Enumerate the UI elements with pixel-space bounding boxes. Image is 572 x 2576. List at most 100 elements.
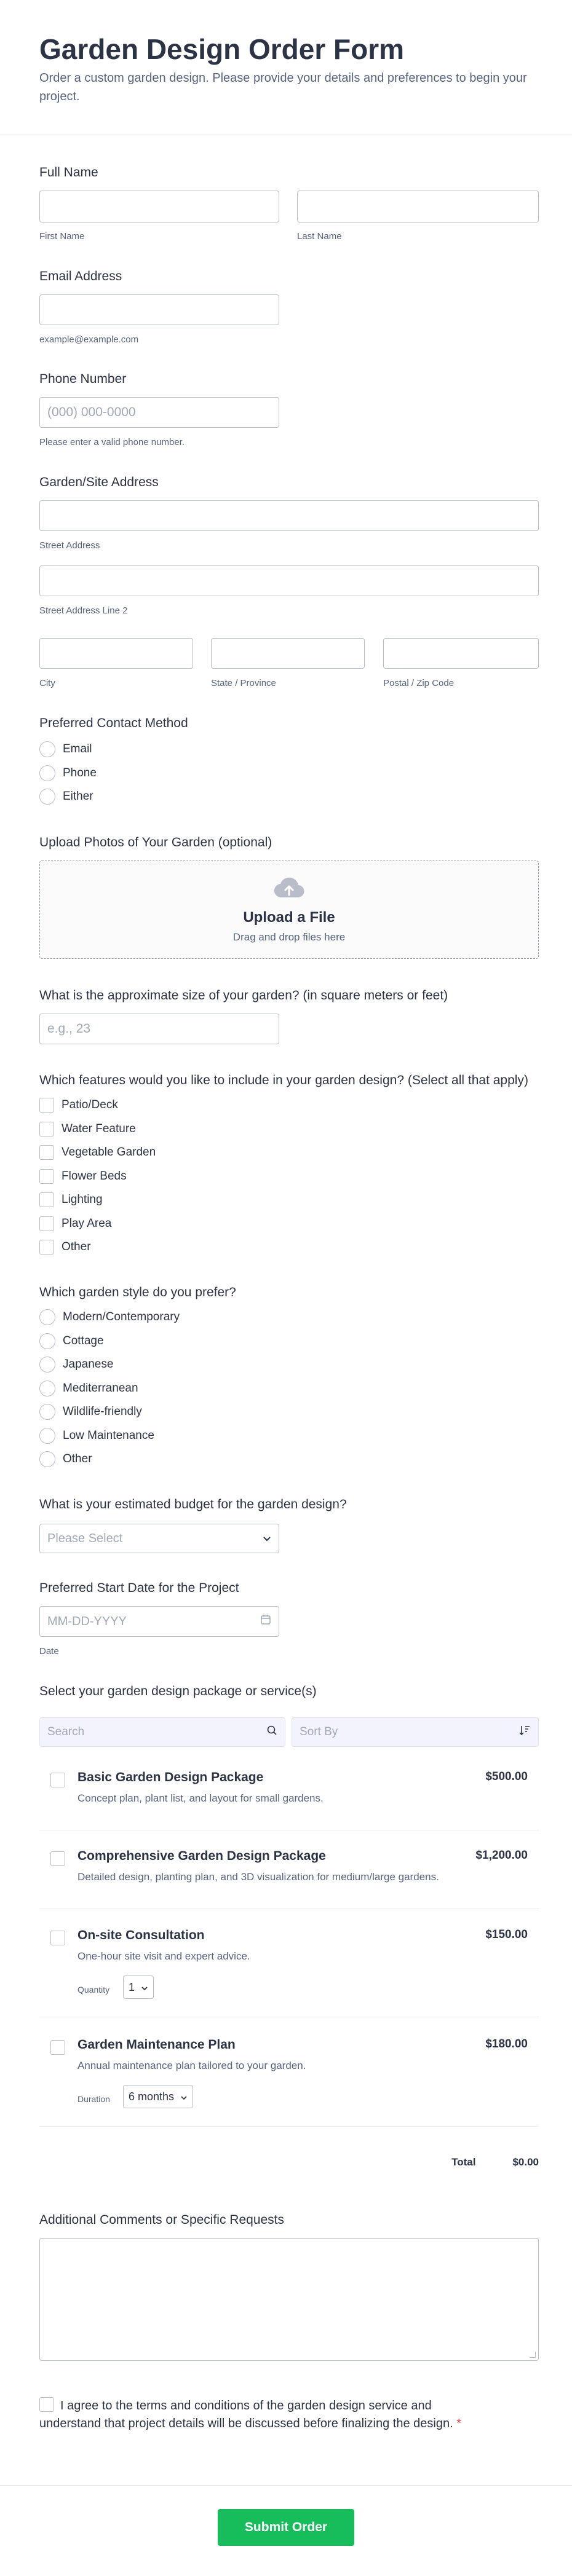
city-input[interactable] [39,638,193,669]
style-option-low-maintenance[interactable]: Low Maintenance [39,1424,539,1448]
product-name: Garden Maintenance Plan [77,2038,236,2052]
checkbox[interactable] [39,1145,54,1160]
style-field: Which garden style do you prefer? Modern… [39,1285,539,1471]
feature-option-other[interactable]: Other [39,1235,539,1259]
last-name-group: Last Name [297,191,539,243]
checkbox[interactable] [50,1851,65,1866]
state-input[interactable] [211,638,365,669]
product-item[interactable]: On-site Consultation One-hour site visit… [39,1922,539,2017]
radio-button[interactable] [39,741,55,758]
checkbox[interactable] [39,1168,54,1184]
first-name-group: First Name [39,191,279,243]
street-input[interactable] [39,500,539,531]
radio-button[interactable] [39,1427,55,1444]
feature-option-patio[interactable]: Patio/Deck [39,1093,539,1117]
radio-button[interactable] [39,1309,55,1326]
checkbox[interactable] [39,1192,54,1208]
product-search-input[interactable]: Search [39,1717,285,1747]
last-name-sublabel: Last Name [297,231,342,242]
upload-field: Upload Photos of Your Garden (optional) … [39,835,539,959]
product-name: On-site Consultation [77,1928,205,1942]
comments-textarea[interactable] [39,2238,539,2361]
zip-sublabel: Postal / Zip Code [383,678,455,688]
feature-option-flower-beds[interactable]: Flower Beds [39,1165,539,1189]
radio-button[interactable] [39,1404,55,1420]
zip-input[interactable] [383,638,539,669]
checkbox[interactable] [50,1931,65,1945]
upload-hint: Drag and drop files here [232,931,346,943]
order-total: Total $0.00 [451,2156,539,2168]
style-option-wildlife[interactable]: Wildlife-friendly [39,1400,539,1424]
style-option-modern[interactable]: Modern/Contemporary [39,1306,539,1329]
contact-option-either[interactable]: Either [39,785,539,809]
full-name-label: Full Name [39,165,98,179]
terms-checkbox[interactable] [39,2397,54,2412]
search-icon [266,1725,277,1739]
start-date-value: MM-DD-YYYY [47,1614,127,1628]
radio-button[interactable] [39,789,55,805]
checkbox[interactable] [39,1121,54,1136]
radio-button[interactable] [39,765,55,781]
state-group: State / Province [211,638,365,690]
start-date-input[interactable]: MM-DD-YYYY [39,1606,279,1637]
calendar-icon[interactable] [260,1614,271,1629]
product-sort-select[interactable]: Sort By [292,1717,539,1747]
product-name: Basic Garden Design Package [77,1770,264,1784]
style-option-other[interactable]: Other [39,1448,539,1471]
radio-button[interactable] [39,1357,55,1373]
phone-label: Phone Number [39,372,127,386]
upload-dropzone[interactable]: Upload a File Drag and drop files here [39,861,539,959]
state-sublabel: State / Province [211,678,276,688]
checkbox[interactable] [39,1098,54,1113]
phone-input[interactable]: (000) 000-0000 [39,397,279,428]
last-name-input[interactable] [297,191,539,223]
product-item[interactable]: Basic Garden Design Package Concept plan… [39,1764,539,1830]
radio-button[interactable] [39,1380,55,1396]
product-item[interactable]: Comprehensive Garden Design Package Deta… [39,1843,539,1909]
style-option-cottage[interactable]: Cottage [39,1329,539,1353]
duration-select[interactable]: 6 months [123,2085,194,2108]
resize-handle-icon[interactable] [530,2352,536,2358]
chevron-down-icon [263,1532,271,1546]
email-input[interactable] [39,294,279,325]
sort-icon [518,1725,531,1739]
checkbox[interactable] [39,1240,54,1255]
cloud-upload-icon [273,876,305,903]
submit-button[interactable]: Submit Order [218,2509,354,2546]
checkbox[interactable] [50,2040,65,2055]
chevron-down-icon [141,1981,148,1994]
total-value: $0.00 [512,2156,539,2168]
contact-method-options: Email Phone Either [39,738,539,809]
product-name: Comprehensive Garden Design Package [77,1849,326,1863]
feature-option-vegetable[interactable]: Vegetable Garden [39,1141,539,1165]
checkbox[interactable] [39,1216,54,1231]
comments-field: Additional Comments or Specific Requests [39,2212,539,2361]
feature-option-lighting[interactable]: Lighting [39,1188,539,1212]
feature-option-play-area[interactable]: Play Area [39,1212,539,1236]
radio-button[interactable] [39,1333,55,1349]
chevron-down-icon [180,2090,188,2103]
budget-select-value: Please Select [47,1531,123,1545]
feature-option-water[interactable]: Water Feature [39,1117,539,1141]
style-option-mediterranean[interactable]: Mediterranean [39,1377,539,1401]
email-sublabel: example@example.com [39,334,139,345]
garden-size-input[interactable]: e.g., 23 [39,1014,279,1044]
street2-input[interactable] [39,565,539,596]
contact-method-label: Preferred Contact Method [39,716,188,730]
product-item[interactable]: Garden Maintenance Plan Annual maintenan… [39,2031,539,2127]
product-price: $1,200.00 [475,1849,528,1862]
garden-size-label: What is the approximate size of your gar… [39,988,448,1002]
contact-option-email[interactable]: Email [39,738,539,762]
first-name-input[interactable] [39,191,279,223]
required-mark: * [456,2417,461,2430]
form-header: Garden Design Order Form Order a custom … [0,0,572,135]
contact-option-phone[interactable]: Phone [39,762,539,786]
start-date-field: Preferred Start Date for the Project MM-… [39,1580,279,1658]
product-search: Search [39,1717,285,1747]
radio-button[interactable] [39,1451,55,1468]
product-price: $180.00 [485,2038,528,2050]
quantity-select[interactable]: 1 [123,1975,154,1999]
checkbox[interactable] [50,1773,65,1787]
budget-select[interactable]: Please Select [39,1524,279,1553]
style-option-japanese[interactable]: Japanese [39,1353,539,1377]
